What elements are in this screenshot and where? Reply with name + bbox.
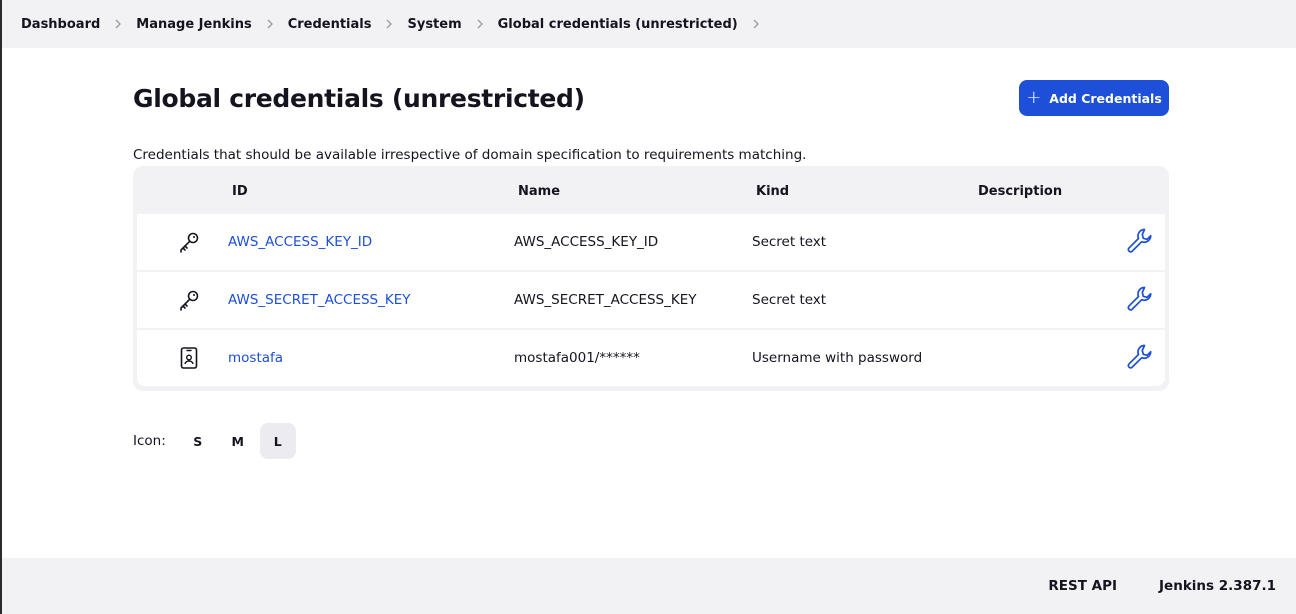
credential-name: AWS_SECRET_ACCESS_KEY bbox=[514, 292, 697, 308]
credential-kind: Secret text bbox=[752, 234, 827, 250]
credential-kind: Secret text bbox=[752, 292, 827, 308]
breadcrumb-item-credentials: Credentials bbox=[288, 17, 408, 32]
title-row: Global credentials (unrestricted) + Add … bbox=[133, 80, 1169, 116]
page-footer: REST API Jenkins 2.387.1 bbox=[2, 558, 1296, 614]
credentials-table: ID Name Kind Description AWS_ACCESS_KEY_… bbox=[133, 166, 1169, 391]
column-header-description[interactable]: Description bbox=[978, 184, 1062, 199]
breadcrumb-link-global-credentials[interactable]: Global credentials (unrestricted) bbox=[498, 17, 738, 32]
icon-size-label: Icon: bbox=[133, 433, 166, 449]
credential-id-link[interactable]: AWS_SECRET_ACCESS_KEY bbox=[228, 292, 411, 308]
wrench-icon[interactable] bbox=[1125, 342, 1155, 372]
credential-name: AWS_ACCESS_KEY_ID bbox=[514, 234, 659, 250]
table-row: mostafa mostafa001/****** Username with … bbox=[137, 330, 1165, 386]
breadcrumb-item-system: System bbox=[407, 17, 497, 32]
chevron-right-icon[interactable] bbox=[371, 17, 407, 32]
page-description: Credentials that should be available irr… bbox=[133, 147, 807, 163]
add-credentials-button[interactable]: + Add Credentials bbox=[1019, 80, 1169, 116]
key-icon bbox=[177, 230, 201, 254]
chevron-right-icon[interactable] bbox=[738, 17, 774, 32]
column-header-name[interactable]: Name bbox=[518, 184, 560, 199]
wrench-icon[interactable] bbox=[1125, 226, 1155, 256]
table-row: AWS_SECRET_ACCESS_KEY AWS_SECRET_ACCESS_… bbox=[137, 272, 1165, 328]
breadcrumb-link-manage-jenkins[interactable]: Manage Jenkins bbox=[136, 17, 251, 32]
table-header: ID Name Kind Description bbox=[137, 166, 1165, 214]
wrench-icon[interactable] bbox=[1125, 284, 1155, 314]
column-header-id[interactable]: ID bbox=[232, 184, 248, 199]
breadcrumb-link-credentials[interactable]: Credentials bbox=[288, 17, 372, 32]
credential-name: mostafa001/****** bbox=[514, 350, 640, 366]
page-title: Global credentials (unrestricted) bbox=[133, 83, 585, 113]
jenkins-version-link[interactable]: Jenkins 2.387.1 bbox=[1159, 578, 1276, 594]
key-icon bbox=[177, 288, 201, 312]
chevron-right-icon[interactable] bbox=[252, 17, 288, 32]
plus-icon: + bbox=[1026, 87, 1042, 108]
breadcrumb-item-manage-jenkins: Manage Jenkins bbox=[136, 17, 287, 32]
add-credentials-label: Add Credentials bbox=[1049, 90, 1162, 106]
id-badge-icon bbox=[177, 346, 201, 370]
table-row: AWS_ACCESS_KEY_ID AWS_ACCESS_KEY_ID Secr… bbox=[137, 214, 1165, 270]
rest-api-link[interactable]: REST API bbox=[1048, 578, 1117, 594]
breadcrumb-item-global-credentials: Global credentials (unrestricted) bbox=[498, 17, 774, 32]
main-content: Global credentials (unrestricted) + Add … bbox=[133, 80, 1169, 459]
icon-size-small-button[interactable]: S bbox=[180, 423, 216, 459]
icon-size-large-button[interactable]: L bbox=[259, 423, 296, 459]
breadcrumb-link-dashboard[interactable]: Dashboard bbox=[21, 17, 100, 32]
chevron-right-icon[interactable] bbox=[100, 17, 136, 32]
breadcrumb-link-system[interactable]: System bbox=[407, 17, 461, 32]
credential-id-link[interactable]: mostafa bbox=[228, 350, 283, 366]
credential-kind: Username with password bbox=[752, 350, 923, 366]
breadcrumb-item-dashboard: Dashboard bbox=[21, 17, 136, 32]
icon-size-selector: Icon: S M L bbox=[133, 423, 300, 459]
chevron-right-icon[interactable] bbox=[462, 17, 498, 32]
breadcrumb: Dashboard Manage Jenkins Credentials Sys… bbox=[2, 0, 1296, 48]
credential-id-link[interactable]: AWS_ACCESS_KEY_ID bbox=[228, 234, 372, 250]
icon-size-medium-button[interactable]: M bbox=[220, 423, 256, 459]
column-header-kind[interactable]: Kind bbox=[756, 184, 789, 199]
